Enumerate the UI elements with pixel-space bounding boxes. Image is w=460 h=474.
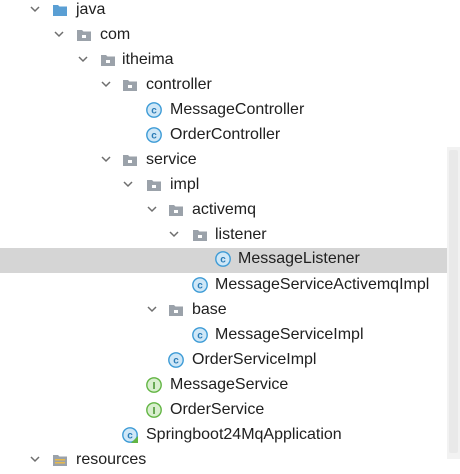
tree-node-label: activemq (192, 201, 257, 218)
package-icon (147, 180, 161, 191)
class-icon: c (168, 352, 184, 368)
tree-node-label: MessageServiceActivemqImpl (215, 276, 430, 293)
tree-node-ordercontroller[interactable]: c OrderController (0, 124, 460, 149)
interface-icon: I (146, 402, 162, 418)
interface-icon: I (146, 377, 162, 393)
tree-node-label: base (192, 301, 227, 318)
package-icon (193, 230, 207, 241)
tree-node-label: com (100, 26, 131, 43)
tree-node-com[interactable]: com (0, 24, 460, 49)
tree-node-messageserviceimpl[interactable]: c MessageServiceImpl (0, 324, 460, 349)
svg-text:c: c (151, 131, 157, 142)
tree-node-label: java (76, 1, 106, 18)
svg-text:I: I (153, 381, 156, 392)
tree-node-java[interactable]: java (0, 0, 460, 24)
chevron-down-icon[interactable] (100, 153, 112, 165)
tree-node-resources[interactable]: resources (0, 449, 460, 474)
tree-node-label: itheima (122, 51, 174, 68)
tree-node-base[interactable]: base (0, 299, 460, 324)
tree-node-impl[interactable]: impl (0, 174, 460, 199)
tree-node-label: OrderController (170, 126, 281, 143)
class-icon: c (192, 327, 208, 343)
chevron-down-icon[interactable] (53, 28, 65, 40)
tree-node-activemq[interactable]: activemq (0, 199, 460, 224)
project-tree: java com itheima controller c MessageCon… (0, 0, 460, 468)
chevron-down-icon[interactable] (29, 453, 41, 465)
svg-text:c: c (197, 281, 203, 292)
tree-node-orderservice[interactable]: I OrderService (0, 399, 460, 424)
tree-node-label: MessageService (170, 376, 289, 393)
tree-node-label: OrderServiceImpl (192, 351, 317, 368)
tree-node-messageservice[interactable]: I MessageService (0, 374, 460, 399)
tree-node-messagecontroller[interactable]: c MessageController (0, 99, 460, 124)
chevron-down-icon[interactable] (77, 53, 89, 65)
resources-folder-icon (53, 455, 67, 466)
tree-node-label: MessageServiceImpl (215, 326, 364, 343)
tree-node-label: controller (146, 76, 212, 93)
chevron-down-icon[interactable] (146, 303, 158, 315)
class-icon: c (146, 127, 162, 143)
class-icon: c (215, 251, 231, 267)
svg-text:c: c (173, 356, 179, 367)
tree-node-label: MessageController (170, 101, 305, 118)
svg-text:c: c (151, 106, 157, 117)
tree-node-controller[interactable]: controller (0, 74, 460, 99)
package-icon (123, 80, 137, 91)
chevron-down-icon[interactable] (122, 178, 134, 190)
scrollbar-thumb[interactable] (449, 150, 458, 453)
tree-node-label: service (146, 151, 197, 168)
package-icon (169, 205, 183, 216)
source-folder-icon (53, 5, 67, 16)
svg-text:c: c (197, 331, 203, 342)
tree-node-listener[interactable]: listener (0, 224, 460, 249)
chevron-down-icon[interactable] (100, 78, 112, 90)
tree-node-label: OrderService (170, 401, 265, 418)
svg-text:c: c (127, 431, 133, 442)
tree-node-messagelistener[interactable]: c MessageListener (0, 248, 460, 273)
tree-node-label: resources (76, 451, 147, 468)
tree-node-label: listener (215, 226, 267, 243)
tree-node-itheima[interactable]: itheima (0, 49, 460, 74)
package-icon (101, 55, 115, 66)
tree-node-orderserviceimpl[interactable]: c OrderServiceImpl (0, 349, 460, 374)
tree-node-label: impl (170, 176, 200, 193)
chevron-down-icon[interactable] (168, 228, 180, 240)
svg-text:I: I (153, 406, 156, 417)
tree-node-service[interactable]: service (0, 149, 460, 174)
class-icon: c (146, 102, 162, 118)
tree-node-label: MessageListener (238, 250, 360, 267)
tree-node-label: Springboot24MqApplication (146, 426, 342, 443)
svg-text:c: c (220, 255, 226, 266)
package-icon (77, 30, 91, 41)
tree-node-messageserviceactivemqimpl[interactable]: c MessageServiceActivemqImpl (0, 274, 460, 299)
package-icon (123, 155, 137, 166)
spring-boot-class-icon: c (122, 427, 138, 443)
chevron-down-icon[interactable] (29, 3, 41, 15)
tree-node-springboot24mqapplication[interactable]: c Springboot24MqApplication (0, 424, 460, 449)
package-icon (169, 305, 183, 316)
chevron-down-icon[interactable] (146, 203, 158, 215)
class-icon: c (192, 277, 208, 293)
